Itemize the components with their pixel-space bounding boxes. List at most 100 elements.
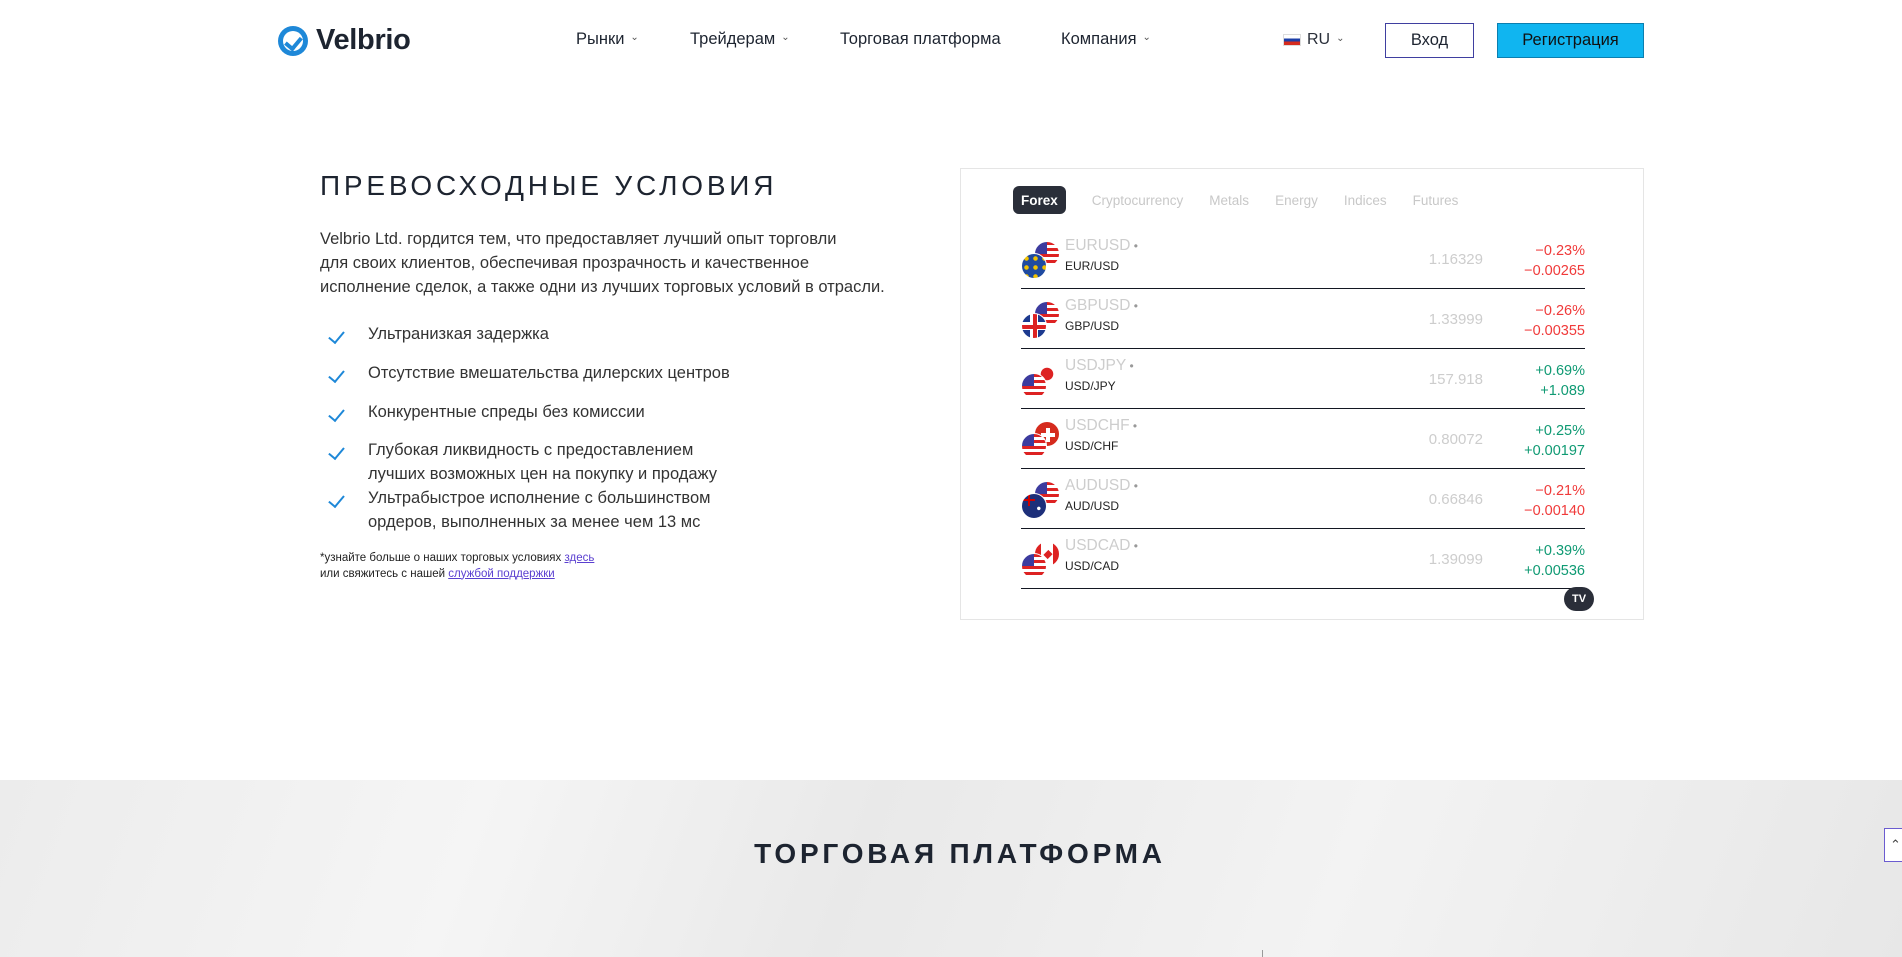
gb-flag-icon <box>1021 313 1047 339</box>
tab-forex[interactable]: Forex <box>1013 186 1066 214</box>
status-dot-icon: • <box>1130 479 1138 493</box>
symbol-text: AUDUSD <box>1065 477 1131 494</box>
nav-label: Трейдерам <box>690 30 776 48</box>
quote-symbol[interactable]: USDCHF • <box>1065 417 1137 435</box>
quote-symbol[interactable]: USDJPY • <box>1065 357 1134 375</box>
quote-rows: EURUSD • EUR/USD 1.16329 −0.23% −0.00265 GBPU… <box>1021 229 1585 589</box>
quote-row[interactable]: USDJPY • USD/JPY 157.918 +0.69% +1.089 <box>1021 349 1585 409</box>
check-icon <box>326 442 348 464</box>
feature-item: Конкурентные спреды без комиссии <box>326 400 730 426</box>
login-button[interactable]: Вход <box>1385 23 1474 58</box>
check-icon <box>326 365 348 387</box>
change-value: −0.00265 <box>1524 263 1585 279</box>
feature-text: Ультрабыстрое исполнение с большинством <box>368 489 711 507</box>
check-icon <box>326 326 348 348</box>
nav-traders[interactable]: Трейдерам ⌄ <box>690 30 790 49</box>
quote-row[interactable]: USDCAD • USD/CAD 1.39099 +0.39% +0.00536 <box>1021 529 1585 589</box>
nav-label: Торговая платформа <box>840 30 1001 48</box>
nav-trading-platform[interactable]: Торговая платформа <box>840 30 1001 49</box>
quote-row[interactable]: GBPUSD • GBP/USD 1.33999 −0.26% −0.00355 <box>1021 289 1585 349</box>
language-selector[interactable]: RU ⌄ <box>1283 31 1345 49</box>
scroll-to-top-button[interactable]: ⌃ <box>1884 828 1902 862</box>
change-percent: +0.69% <box>1535 363 1585 379</box>
nav-label: Рынки <box>576 30 625 48</box>
tab-indices[interactable]: Indices <box>1344 186 1387 214</box>
tab-cryptocurrency[interactable]: Cryptocurrency <box>1092 186 1184 214</box>
quote-symbol[interactable]: EURUSD • <box>1065 237 1138 255</box>
currency-flags <box>1021 301 1061 341</box>
currency-flags <box>1021 361 1061 401</box>
check-icon <box>326 490 348 512</box>
market-quotes-widget: Forex Cryptocurrency Metals Energy Indic… <box>960 168 1644 620</box>
feature-text: Глубокая ликвидность с предоставлением <box>368 441 694 459</box>
nav-markets[interactable]: Рынки ⌄ <box>576 30 639 49</box>
tab-metals[interactable]: Metals <box>1209 186 1249 214</box>
support-link[interactable]: службой поддержки <box>448 568 555 580</box>
quote-pair: GBP/USD <box>1065 319 1120 333</box>
chevron-up-icon: ⌃ <box>1890 837 1901 852</box>
feature-item: Глубокая ликвидность с предоставлением л… <box>326 438 730 486</box>
features-list: Ультранизкая задержка Отсутствие вмешате… <box>326 322 730 534</box>
currency-flags <box>1021 241 1061 281</box>
tradingview-logo-icon[interactable]: TV <box>1564 587 1594 611</box>
feature-text: ордеров, выполненных за менее чем 13 мс <box>368 513 701 531</box>
conditions-title: ПРЕВОСХОДНЫЕ УСЛОВИЯ <box>320 170 778 201</box>
quote-symbol[interactable]: USDCAD • <box>1065 537 1138 555</box>
nav-label: Компания <box>1061 30 1137 48</box>
quote-symbol[interactable]: GBPUSD • <box>1065 297 1138 315</box>
status-dot-icon: • <box>1126 359 1134 373</box>
quote-change: +0.25% +0.00197 <box>1524 421 1585 461</box>
status-dot-icon: • <box>1130 299 1139 313</box>
feature-text: лучших возможных цен на покупку и продаж… <box>368 465 718 483</box>
symbol-text: USDJPY <box>1065 357 1127 374</box>
site-header: Velbrio Рынки ⌄ Трейдерам ⌄ Торговая пла… <box>0 0 1902 82</box>
nav-company[interactable]: Компания ⌄ <box>1061 30 1151 49</box>
market-tabs: Forex Cryptocurrency Metals Energy Indic… <box>1013 186 1484 214</box>
status-dot-icon: • <box>1130 539 1138 553</box>
change-percent: −0.26% <box>1535 303 1585 319</box>
conditions-note: *узнайте больше о наших торговых условия… <box>320 551 594 582</box>
quote-symbol[interactable]: AUDUSD • <box>1065 477 1138 495</box>
chevron-down-icon: ⌄ <box>630 32 639 43</box>
platform-section: ТОРГОВАЯ ПЛАТФОРМА <box>0 780 1902 957</box>
quote-pair: AUD/USD <box>1065 499 1120 513</box>
currency-flags <box>1021 481 1061 521</box>
symbol-text: USDCAD <box>1065 537 1131 554</box>
intro-line: исполнение сделок, а также одни из лучши… <box>320 278 885 296</box>
intro-line: Velbrio Ltd. гордится тем, что предостав… <box>320 230 837 248</box>
quote-pair: EUR/USD <box>1065 259 1120 273</box>
check-icon <box>326 404 348 426</box>
russia-flag-icon <box>1283 34 1301 46</box>
quote-row[interactable]: EURUSD • EUR/USD 1.16329 −0.23% −0.00265 <box>1021 229 1585 289</box>
chevron-down-icon: ⌄ <box>781 32 790 43</box>
tab-energy[interactable]: Energy <box>1275 186 1318 214</box>
symbol-text: USDCHF <box>1065 417 1130 434</box>
platform-title: ТОРГОВАЯ ПЛАТФОРМА <box>754 838 1166 869</box>
change-percent: +0.25% <box>1535 423 1585 439</box>
conditions-link[interactable]: здесь <box>564 552 594 564</box>
quote-change: +0.69% +1.089 <box>1535 361 1585 401</box>
quote-price: 157.918 <box>1428 371 1483 388</box>
change-value: +0.00197 <box>1524 443 1585 459</box>
logo[interactable]: Velbrio <box>278 24 411 57</box>
divider <box>1262 950 1263 957</box>
us-flag-icon <box>1021 553 1047 579</box>
quote-row[interactable]: USDCHF • USD/CHF 0.80072 +0.25% +0.00197 <box>1021 409 1585 469</box>
note-text: или свяжитесь с нашей <box>320 567 449 580</box>
change-percent: +0.39% <box>1535 543 1585 559</box>
change-percent: −0.21% <box>1535 483 1585 499</box>
chevron-down-icon: ⌄ <box>1336 32 1345 44</box>
feature-text: Ультранизкая задержка <box>368 325 549 343</box>
us-flag-icon <box>1021 373 1047 399</box>
quote-change: +0.39% +0.00536 <box>1524 541 1585 581</box>
quote-pair: USD/JPY <box>1065 379 1116 393</box>
eu-flag-icon <box>1021 253 1047 279</box>
au-flag-icon <box>1021 493 1047 519</box>
tab-futures[interactable]: Futures <box>1413 186 1459 214</box>
quote-row[interactable]: AUDUSD • AUD/USD 0.66846 −0.21% −0.00140 <box>1021 469 1585 529</box>
quote-change: −0.21% −0.00140 <box>1524 481 1585 521</box>
register-button[interactable]: Регистрация <box>1497 23 1644 58</box>
change-value: +0.00536 <box>1524 563 1585 579</box>
quote-price: 1.33999 <box>1428 311 1483 328</box>
quote-change: −0.26% −0.00355 <box>1524 301 1585 341</box>
